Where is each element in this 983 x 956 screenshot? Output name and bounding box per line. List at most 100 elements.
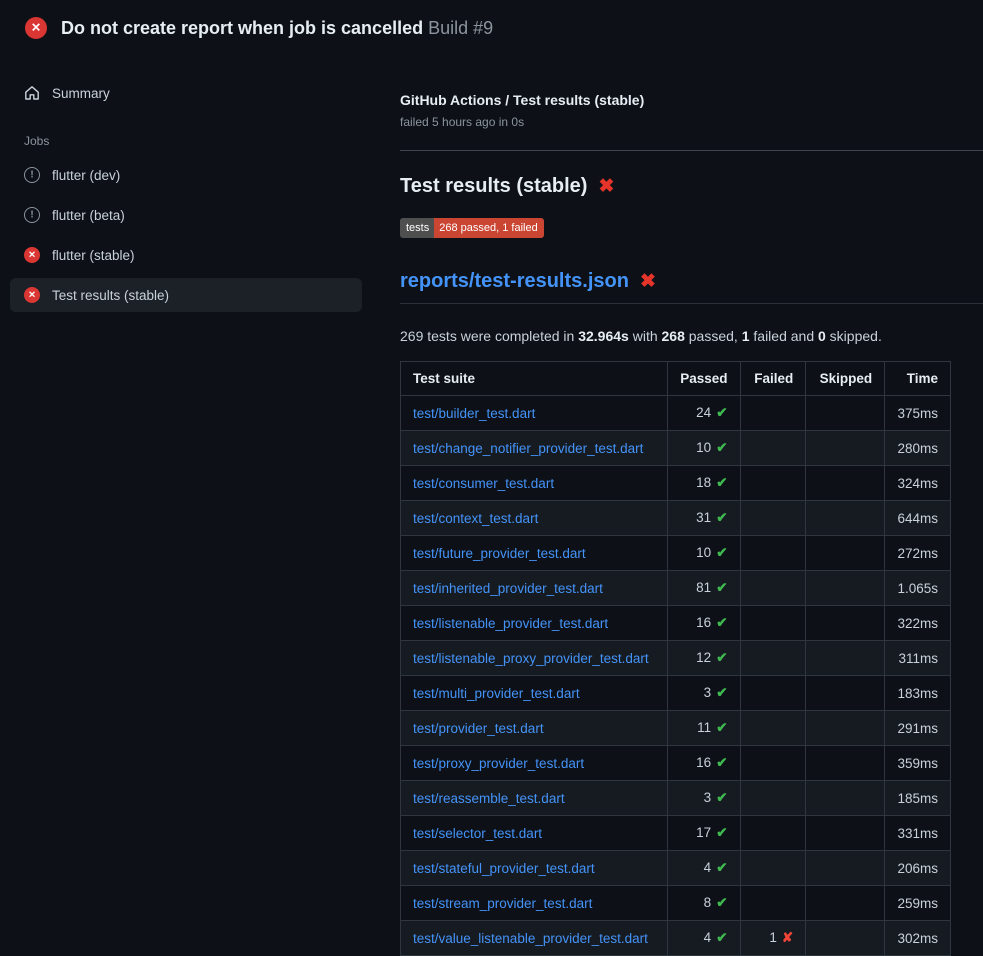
- table-row: test/change_notifier_provider_test.dart 1…: [401, 431, 951, 466]
- badge-label: tests: [400, 218, 434, 238]
- suite-link[interactable]: test/inherited_provider_test.dart: [413, 581, 603, 596]
- skipped-cell: [806, 816, 885, 851]
- sidebar-item-label: Test results (stable): [52, 288, 169, 303]
- passed-cell: 16: [668, 606, 740, 641]
- time-cell: 206ms: [885, 851, 951, 886]
- skipped-cell: [806, 606, 885, 641]
- table-row: test/inherited_provider_test.dart811.065…: [401, 571, 951, 606]
- summary-segment: 268: [662, 328, 685, 344]
- suite-cell: test/selector_test.dart: [401, 816, 668, 851]
- failed-cell: [740, 746, 806, 781]
- failed-status-icon: [25, 17, 47, 39]
- table-row: test/stream_provider_test.dart 8 259ms: [401, 886, 951, 921]
- suite-cell: test/consumer_test.dart: [401, 466, 668, 501]
- time-cell: 259ms: [885, 886, 951, 921]
- status-line: failed 5 hours ago in 0s: [400, 115, 951, 129]
- check-icon: [711, 720, 727, 735]
- sidebar-item-job-0[interactable]: flutter (dev): [10, 158, 362, 192]
- check-icon: [711, 685, 727, 700]
- check-icon: [711, 755, 727, 770]
- suite-link[interactable]: test/stateful_provider_test.dart: [413, 861, 595, 876]
- skipped-cell: [806, 396, 885, 431]
- suite-cell: test/change_notifier_provider_test.dart: [401, 431, 668, 466]
- suite-link[interactable]: test/consumer_test.dart: [413, 476, 554, 491]
- table-row: test/future_provider_test.dart10272ms: [401, 536, 951, 571]
- badge-value: 268 passed, 1 failed: [434, 218, 543, 238]
- suite-cell: test/listenable_provider_test.dart: [401, 606, 668, 641]
- passed-count: 16: [696, 755, 711, 770]
- sidebar-item-job-2[interactable]: flutter (stable): [10, 238, 362, 272]
- passed-count: 24: [696, 405, 711, 420]
- failed-cell: [740, 676, 806, 711]
- skipped-cell: [806, 641, 885, 676]
- suite-link[interactable]: test/change_notifier_provider_test.dart: [413, 441, 643, 456]
- time-cell: 280ms: [885, 431, 951, 466]
- skipped-cell: [806, 921, 885, 956]
- sidebar-item-label: Summary: [52, 86, 110, 101]
- failed-x-icon: [640, 270, 656, 293]
- check-icon: [711, 405, 727, 420]
- failed-cell: [740, 431, 806, 466]
- skipped-cell: [806, 711, 885, 746]
- passed-count: 10: [696, 440, 711, 455]
- suite-link[interactable]: test/stream_provider_test.dart: [413, 896, 592, 911]
- failed-cell: [740, 781, 806, 816]
- failed-cell: [740, 466, 806, 501]
- col-test-suite: Test suite: [401, 362, 668, 396]
- main-content: GitHub Actions / Test results (stable) f…: [384, 56, 983, 956]
- failed-cell: [740, 886, 806, 921]
- divider: [400, 150, 983, 151]
- skipped-cell: [806, 851, 885, 886]
- page-layout: Summary Jobs flutter (dev)flutter (beta)…: [0, 56, 983, 956]
- col-skipped: Skipped: [806, 362, 885, 396]
- suite-link[interactable]: test/selector_test.dart: [413, 826, 542, 841]
- report-link[interactable]: reports/test-results.json: [400, 270, 629, 293]
- results-table: Test suite Passed Failed Skipped Time te…: [400, 361, 951, 956]
- passed-count: 81: [696, 580, 711, 595]
- passed-count: 18: [696, 475, 711, 490]
- suite-link[interactable]: test/value_listenable_provider_test.dart: [413, 931, 648, 946]
- home-icon: [24, 85, 40, 101]
- table-row: test/context_test.dart31644ms: [401, 501, 951, 536]
- suite-link[interactable]: test/multi_provider_test.dart: [413, 686, 580, 701]
- col-time: Time: [885, 362, 951, 396]
- suite-cell: test/reassemble_test.dart: [401, 781, 668, 816]
- check-icon: [711, 510, 727, 525]
- time-cell: 183ms: [885, 676, 951, 711]
- summary-segment: 0: [818, 328, 826, 344]
- suite-cell: test/provider_test.dart: [401, 711, 668, 746]
- passed-cell: 4: [668, 921, 740, 956]
- suite-link[interactable]: test/listenable_provider_test.dart: [413, 616, 608, 631]
- suite-link[interactable]: test/builder_test.dart: [413, 406, 535, 421]
- table-row: test/reassemble_test.dart3185ms: [401, 781, 951, 816]
- passed-count: 10: [696, 545, 711, 560]
- sidebar-item-label: flutter (dev): [52, 168, 120, 183]
- passed-cell: 11: [668, 711, 740, 746]
- table-row: test/stateful_provider_test.dart4206ms: [401, 851, 951, 886]
- sidebar-item-job-3[interactable]: Test results (stable): [10, 278, 362, 312]
- table-row: test/listenable_proxy_provider_test.dart…: [401, 641, 951, 676]
- time-cell: 302ms: [885, 921, 951, 956]
- section-heading: Test results (stable): [400, 175, 951, 198]
- suite-link[interactable]: test/provider_test.dart: [413, 721, 544, 736]
- suite-cell: test/builder_test.dart: [401, 396, 668, 431]
- summary-line: 269 tests were completed in 32.964s with…: [400, 328, 951, 344]
- passed-cell: 8: [668, 886, 740, 921]
- failed-cell: 1: [740, 921, 806, 956]
- check-icon: [711, 895, 727, 910]
- suite-link[interactable]: test/proxy_provider_test.dart: [413, 756, 584, 771]
- cancelled-icon: [24, 167, 40, 183]
- suite-link[interactable]: test/reassemble_test.dart: [413, 791, 565, 806]
- page-header: Do not create report when job is cancell…: [0, 0, 983, 56]
- failed-cell: [740, 571, 806, 606]
- suite-link[interactable]: test/context_test.dart: [413, 511, 538, 526]
- cancelled-icon: [24, 207, 40, 223]
- sidebar-item-job-1[interactable]: flutter (beta): [10, 198, 362, 232]
- build-number: Build #9: [428, 18, 493, 38]
- check-icon: [711, 825, 727, 840]
- suite-link[interactable]: test/listenable_proxy_provider_test.dart: [413, 651, 649, 666]
- suite-link[interactable]: test/future_provider_test.dart: [413, 546, 586, 561]
- sidebar-item-summary[interactable]: Summary: [10, 76, 362, 110]
- failed-cell: [740, 641, 806, 676]
- summary-segment: failed and: [750, 328, 819, 344]
